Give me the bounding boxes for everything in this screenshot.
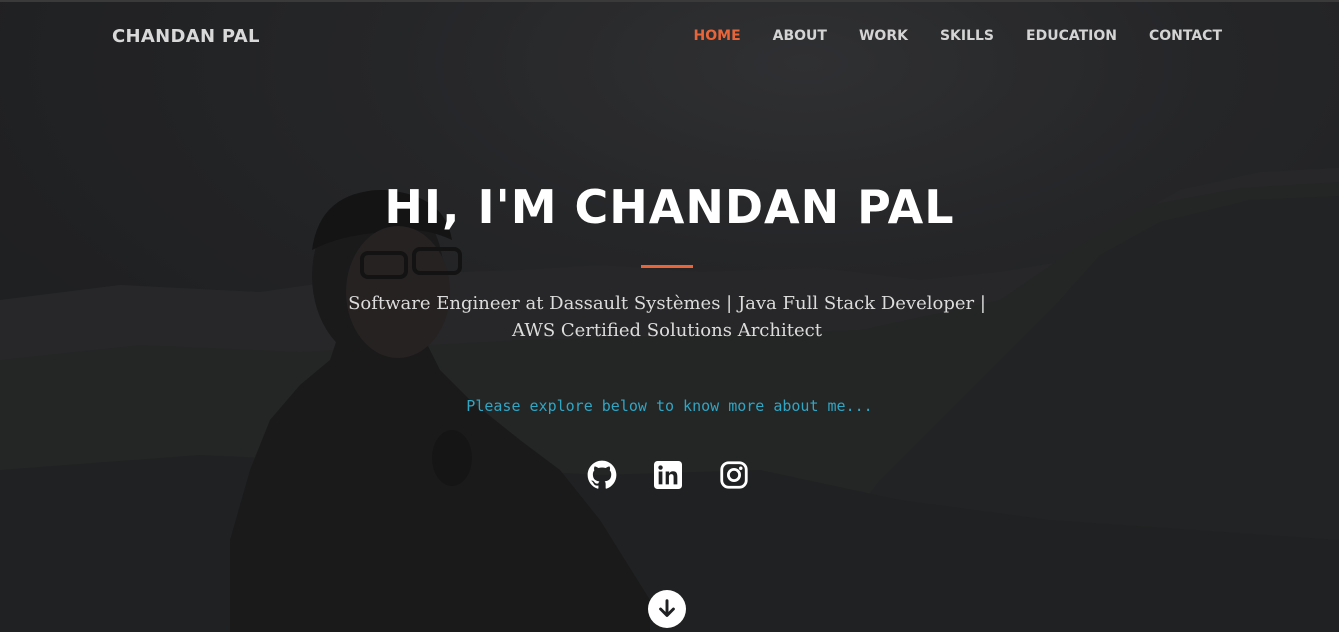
nav-item-contact[interactable]: CONTACT [1149,28,1222,44]
top-border [0,0,1339,2]
nav-item-work[interactable]: WORK [859,28,908,44]
instagram-link[interactable] [718,459,750,491]
brand-logo[interactable]: CHANDAN PAL [112,26,260,47]
title-divider [641,265,693,268]
social-links [586,459,750,491]
explore-text: Please explore below to know more about … [466,397,873,415]
linkedin-icon [654,461,682,489]
nav-item-education[interactable]: EDUCATION [1026,28,1117,44]
nav-item-home[interactable]: HOME [694,28,741,44]
hero-section: CHANDAN PAL HOME ABOUT WORK SKILLS EDUCA… [0,0,1339,632]
arrow-down-icon [659,599,675,617]
nav-item-about[interactable]: ABOUT [773,28,827,44]
main-nav: HOME ABOUT WORK SKILLS EDUCATION CONTACT [694,28,1222,44]
instagram-icon [720,461,748,489]
linkedin-link[interactable] [652,459,684,491]
hero-title: HI, I'M CHANDAN PAL [384,180,955,234]
github-icon [587,460,617,489]
nav-item-skills[interactable]: SKILLS [940,28,994,44]
github-link[interactable] [586,459,618,491]
scroll-down-button[interactable] [648,590,686,628]
hero-subtitle: Software Engineer at Dassault Systèmes |… [348,293,986,341]
